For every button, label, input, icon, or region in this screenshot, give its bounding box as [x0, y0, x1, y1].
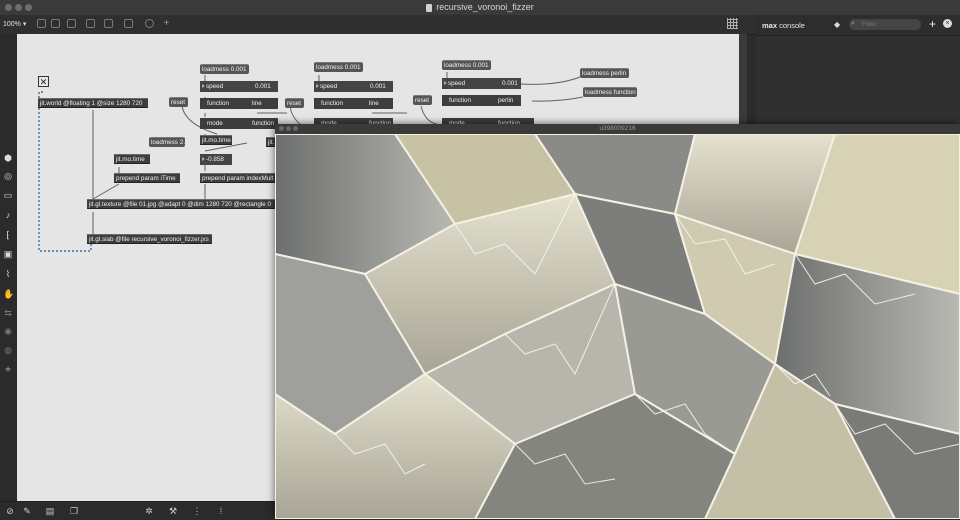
document-icon [426, 3, 433, 12]
layers-icon[interactable]: ❐ [69, 506, 79, 516]
window-title-label: recursive_voronoi_fizzer [436, 2, 534, 12]
mode-a-menu[interactable]: mode function [200, 118, 278, 129]
add-icon[interactable]: + [162, 19, 171, 29]
cube-icon[interactable]: ⬢ [3, 153, 13, 163]
close-patch-icon[interactable]: ✕ [38, 76, 49, 87]
new-button-icon[interactable] [124, 19, 133, 28]
jit-world-render-window[interactable]: u398009216 [275, 124, 960, 519]
speed-b-control[interactable]: speed 0.001 [314, 81, 393, 92]
mode-a-value: function [252, 120, 275, 127]
loadmess-speed-c[interactable]: loadmess 0.001 [442, 60, 491, 70]
speed-c-label: speed [448, 80, 466, 87]
reset-b-button[interactable]: reset [285, 98, 304, 108]
new-object-icon[interactable] [67, 19, 76, 28]
prepend-indexmult[interactable]: prepend param indexMult [200, 173, 286, 183]
debug-icon[interactable]: ✲ [144, 506, 154, 516]
speed-b-value: 0.001 [370, 83, 386, 90]
add-icon[interactable]: + [929, 17, 936, 31]
target-icon[interactable]: ◎ [3, 171, 13, 181]
mode-a-label: mode [207, 120, 223, 127]
bracket-icon[interactable]: ⁅ [3, 230, 13, 240]
function-a-value: line [252, 100, 262, 107]
speed-c-value: 0.001 [502, 80, 518, 87]
speed-a-control[interactable]: speed 0.001 [200, 81, 278, 92]
search-icon: ⌕ [851, 20, 855, 27]
window-title-bar: recursive_voronoi_fizzer [0, 0, 960, 16]
star-icon[interactable]: ★ [3, 364, 13, 374]
loadmess-speed-a[interactable]: loadmess 0.001 [200, 64, 249, 74]
loadmess-function[interactable]: loadmess function [583, 87, 637, 97]
console-title: max console [762, 21, 805, 30]
console-title-bold: max [762, 21, 778, 30]
hand-icon[interactable]: ✋ [3, 289, 14, 299]
render-output-image [275, 134, 960, 519]
jit-gl-slab-object[interactable]: jit.gl.slab @file recursive_voronoi_fizz… [87, 234, 212, 244]
clear-console-icon[interactable]: × [943, 19, 952, 28]
loop-icon[interactable]: ⇆ [3, 308, 13, 318]
render-window-title-bar: u398009216 [275, 124, 960, 134]
zoom-menu[interactable]: 100% ▾ [3, 20, 26, 28]
prepend-itime[interactable]: prepend param iTime [114, 173, 180, 183]
speed-c-control[interactable]: speed 0.001 [442, 78, 521, 89]
reset-a-button[interactable]: reset [169, 97, 188, 107]
function-a-menu[interactable]: function line [200, 98, 278, 109]
speed-a-label: speed [206, 83, 224, 90]
window-title: recursive_voronoi_fizzer [0, 2, 960, 12]
keyboard-icon[interactable]: ⋮ [192, 506, 202, 516]
window-icon[interactable]: ▭ [3, 190, 13, 200]
comment-icon[interactable]: ▤ [45, 506, 55, 516]
lock-icon[interactable] [37, 19, 46, 28]
stop-icon[interactable]: ⊘ [5, 506, 15, 516]
reset-c-button[interactable]: reset [413, 95, 432, 105]
settings-circle-icon[interactable]: ◉ [3, 326, 13, 336]
speed-a-value: 0.001 [255, 83, 271, 90]
loadmess-perlin[interactable]: loadmess perlin [580, 68, 629, 78]
zoom-level: 100% [3, 21, 21, 28]
speed-b-label: speed [320, 83, 338, 90]
jit-mo-time-a[interactable]: jit.mo.time [200, 135, 232, 145]
grid-dots-icon[interactable]: ⁞ [216, 506, 226, 516]
function-b-value: line [369, 100, 379, 107]
image-icon[interactable]: ▣ [3, 249, 13, 259]
new-comment-icon[interactable] [104, 19, 113, 28]
edit-icon[interactable]: ✎ [22, 506, 32, 516]
loadmess-2[interactable]: loadmess 2. [149, 137, 185, 147]
function-a-label: function [207, 100, 230, 107]
number-box[interactable]: -0.858 [200, 154, 232, 165]
presentation-icon[interactable] [51, 19, 60, 28]
grid-icon[interactable] [727, 18, 738, 29]
globe-icon[interactable]: ◍ [3, 345, 13, 355]
paperclip-icon[interactable]: ⌇ [3, 269, 13, 279]
jit-world-object[interactable]: jit.world @floating 1 @size 1280 720 [38, 98, 148, 108]
music-note-icon[interactable]: ♪ [3, 210, 13, 220]
loadmess-speed-b[interactable]: loadmess 0.001 [314, 62, 363, 72]
console-title-rest: console [779, 21, 805, 30]
chevron-down-icon: ▾ [22, 21, 27, 28]
function-c-value: perlin [498, 97, 514, 104]
console-header: max console ◆ ⌕ + × [756, 15, 960, 36]
render-window-title: u398009216 [599, 125, 636, 132]
wrench-icon[interactable]: ⚒ [168, 506, 178, 516]
function-c-menu[interactable]: function perlin [442, 95, 521, 106]
voronoi-render-graphic [275, 134, 960, 519]
jit-mo-time-b[interactable]: jit.mo.time [114, 154, 150, 164]
function-b-label: function [321, 100, 344, 107]
new-toggle-icon[interactable] [145, 19, 154, 28]
left-sidebar: ⬢ ◎ ▭ ♪ ⁅ ▣ ⌇ ✋ ⇆ ◉ ◍ ★ [0, 34, 17, 501]
diamond-icon[interactable]: ◆ [834, 20, 840, 29]
new-message-icon[interactable] [86, 19, 95, 28]
function-b-menu[interactable]: function line [314, 98, 393, 109]
console-filter-input[interactable] [849, 19, 921, 30]
jit-gl-texture-object[interactable]: jit.gl.texture @file 01.jpg @adapt 0 @di… [87, 199, 277, 209]
function-c-label: function [449, 97, 472, 104]
